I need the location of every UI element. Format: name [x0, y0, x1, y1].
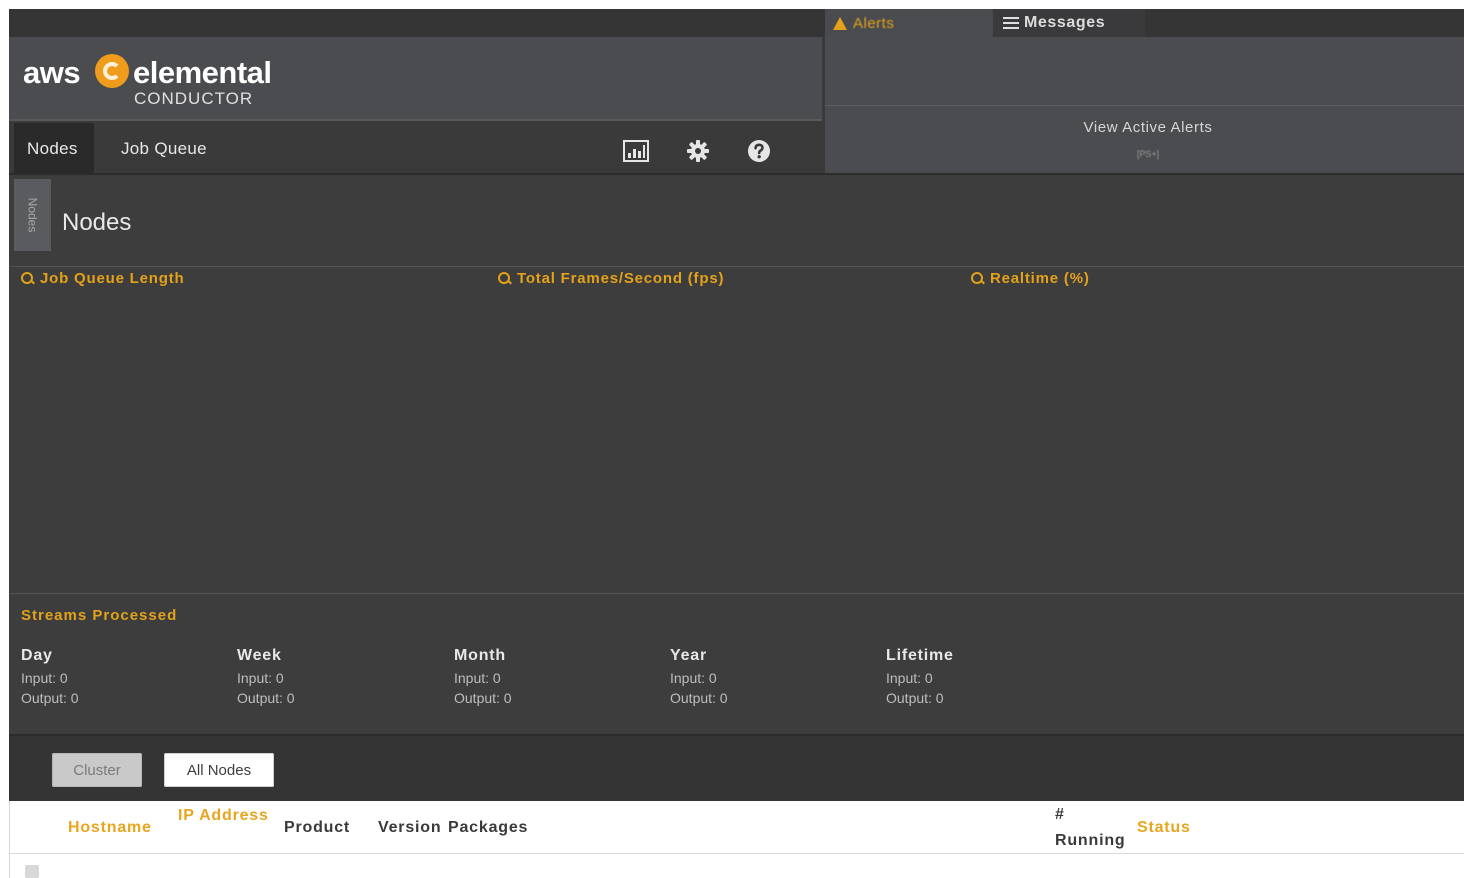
stat-label: Lifetime [886, 647, 954, 664]
nodes-content: Nodes Nodes Job Queue Length Total Frame… [9, 173, 1464, 734]
help-icon[interactable] [746, 139, 772, 163]
stat-label: Year [670, 647, 708, 664]
row-checkbox[interactable] [25, 865, 39, 878]
stat-week: Week Input: 0 Output: 0 [237, 647, 437, 706]
column-header-hostname[interactable]: Hostname [68, 819, 152, 837]
logo-elemental-text: elemental [133, 55, 272, 90]
all-nodes-button[interactable]: All Nodes [164, 753, 274, 787]
nodes-table: Hostname IP Address Product Version Pack… [9, 801, 1464, 878]
alerts-panel: View Active Alerts [PS+] [825, 37, 1464, 173]
column-header-product: Product [284, 819, 351, 836]
stat-day: Day Input: 0 Output: 0 [21, 647, 221, 706]
graph-title-total-fps[interactable]: Total Frames/Second (fps) [498, 270, 724, 287]
stat-output: Output: 0 [670, 690, 728, 706]
messages-tab[interactable]: Messages [993, 9, 1145, 37]
stat-input: Input: 0 [21, 670, 68, 686]
gear-icon[interactable] [685, 139, 711, 163]
stat-label: Day [21, 647, 53, 664]
warning-icon [833, 16, 847, 30]
stat-month: Month Input: 0 Output: 0 [454, 647, 654, 706]
divider [9, 266, 1464, 267]
magnifier-icon [971, 272, 984, 285]
page-title: Nodes [62, 209, 132, 236]
list-icon [1003, 17, 1019, 29]
side-tab-nodes[interactable]: Nodes [14, 179, 51, 251]
stat-output: Output: 0 [237, 690, 295, 706]
app-window: Alerts Messages aws elemental CONDUCTOR … [9, 9, 1464, 878]
side-tab-label: Nodes [25, 197, 40, 233]
stat-input: Input: 0 [454, 670, 501, 686]
stat-output: Output: 0 [454, 690, 512, 706]
alerts-tab-label: Alerts [853, 14, 895, 32]
alerts-tab[interactable]: Alerts [825, 9, 993, 37]
stat-year: Year Input: 0 Output: 0 [670, 647, 870, 706]
alerts-subtext: [PS+] [1136, 149, 1160, 159]
column-header-version: Version [378, 819, 442, 836]
column-header-ip-address[interactable]: IP Address [178, 807, 269, 825]
magnifier-icon [498, 272, 511, 285]
header-logo-area: aws elemental CONDUCTOR [9, 37, 822, 119]
divider [9, 593, 1464, 594]
stat-input: Input: 0 [237, 670, 284, 686]
graph-title-text: Realtime (%) [990, 270, 1090, 287]
logo-aws-text: aws [23, 55, 81, 90]
table-header-divider [10, 853, 1464, 854]
magnifier-icon [21, 272, 34, 285]
graph-total-fps [498, 293, 958, 583]
stat-output: Output: 0 [886, 690, 944, 706]
nav-item-job-queue[interactable]: Job Queue [121, 123, 207, 175]
main-nav: Nodes Job Queue [9, 119, 822, 175]
graph-title-job-queue-length[interactable]: Job Queue Length [21, 270, 184, 287]
column-header-running: Running [1055, 832, 1126, 849]
logo-mark-icon [95, 54, 129, 88]
graph-title-realtime[interactable]: Realtime (%) [971, 270, 1090, 287]
column-header-packages: Packages [448, 819, 529, 836]
node-filter-bar: Cluster All Nodes [9, 734, 1464, 801]
alerts-divider [825, 105, 1464, 106]
stat-input: Input: 0 [886, 670, 933, 686]
messages-tab-label: Messages [1024, 14, 1106, 31]
graph-realtime [971, 293, 1431, 583]
column-header-status[interactable]: Status [1137, 819, 1191, 837]
graph-title-text: Total Frames/Second (fps) [517, 270, 725, 287]
stat-label: Week [237, 647, 282, 664]
cluster-button[interactable]: Cluster [52, 753, 142, 787]
graph-job-queue-length [21, 293, 481, 583]
stat-input: Input: 0 [670, 670, 717, 686]
column-header-running-hash: # [1055, 806, 1065, 823]
stat-lifetime: Lifetime Input: 0 Output: 0 [886, 647, 1086, 706]
graph-title-text: Job Queue Length [40, 270, 185, 287]
chart-icon[interactable] [623, 139, 649, 163]
streams-processed-title: Streams Processed [21, 607, 178, 624]
view-active-alerts-link[interactable]: View Active Alerts [825, 119, 1464, 136]
top-strip [9, 9, 1464, 37]
stat-label: Month [454, 647, 506, 664]
logo-conductor-text: CONDUCTOR [134, 89, 254, 108]
stat-output: Output: 0 [21, 690, 79, 706]
nav-item-nodes[interactable]: Nodes [14, 123, 94, 175]
